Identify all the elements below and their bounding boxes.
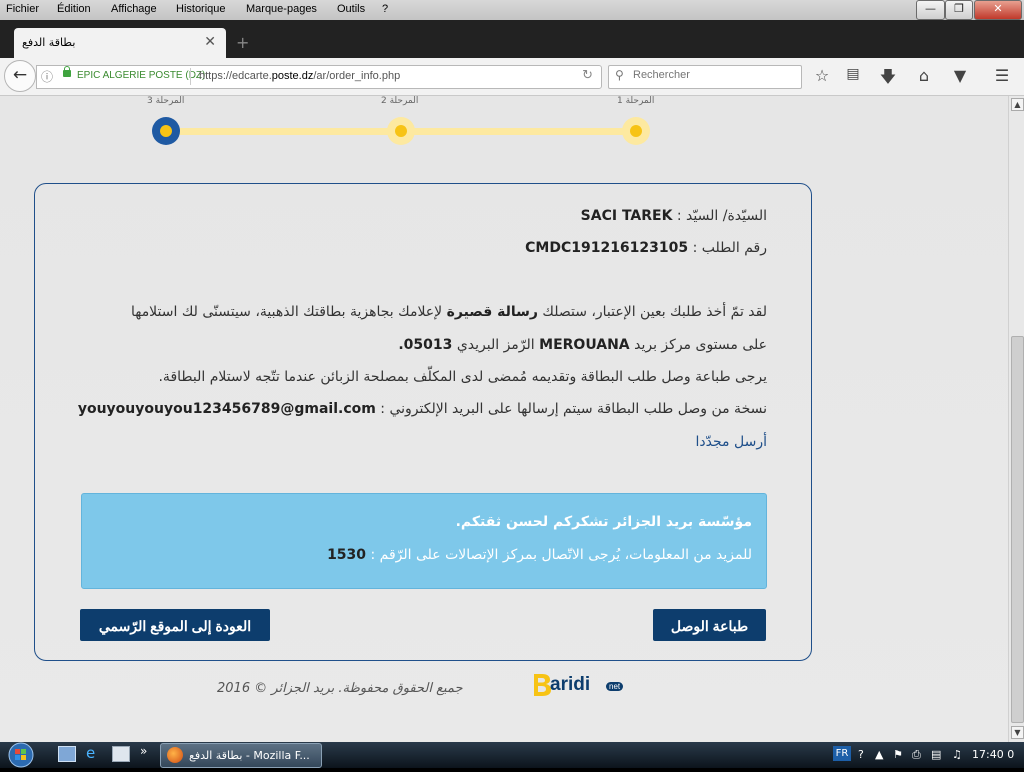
print-receipt-button[interactable]: طباعة الوصل — [653, 609, 766, 641]
customer-name-value: SACI TAREK — [580, 208, 673, 224]
postal-code: 05013. — [398, 337, 453, 353]
info-contact-number: 1530 — [327, 547, 367, 563]
info-contact: للمزيد من المعلومات، يُرجى الاتّصال بمرك… — [327, 547, 752, 563]
taskbar-firefox-window[interactable]: بطاقة الدفع - Mozilla F... — [160, 743, 322, 768]
arrow-left-icon: ← — [12, 65, 28, 85]
back-button[interactable]: ← — [4, 60, 36, 92]
message-line-1: لقد تمّ أخذ طلبك بعين الإعتبار، ستصلك رس… — [131, 304, 767, 320]
message-line-2: على مستوى مركز بريد MEROUANA الرّمز البر… — [398, 337, 767, 353]
lock-icon — [63, 66, 71, 77]
url-prefix: https://edcarte. — [199, 70, 272, 82]
more-apps-icon[interactable]: » — [140, 744, 147, 758]
vertical-scrollbar[interactable]: ▲ ▼ — [1008, 96, 1024, 742]
maximize-button[interactable]: ❐ — [945, 0, 973, 20]
url-domain: poste.dz — [271, 70, 314, 82]
url-path: /ar/order_info.php — [313, 70, 401, 82]
info-thanks: مؤسّسة بريد الجزائر تشكركم لحسن ثقتكم. — [455, 514, 752, 530]
page-content: المرحلة 3 المرحلة 2 المرحلة 1 السيّدة/ ا… — [0, 96, 1008, 742]
show-desktop-icon[interactable] — [58, 746, 76, 762]
step-1-dot — [622, 117, 650, 145]
step-2-dot — [387, 117, 415, 145]
resend-link[interactable]: أرسل مجدّدا — [696, 434, 767, 450]
menu-item-historique[interactable]: Historique — [176, 3, 226, 15]
scroll-up-arrow-icon[interactable]: ▲ — [1011, 98, 1024, 111]
order-card: السيّدة/ السيّد : SACI TAREK رقم الطلب :… — [34, 183, 812, 661]
menu-item-marque-pages[interactable]: Marque-pages — [246, 3, 317, 15]
tray-printer-icon[interactable]: ⎙ — [912, 748, 921, 762]
logo-net-badge: net — [606, 682, 624, 691]
message-line-2-a: على مستوى مركز بريد — [634, 337, 767, 353]
logo-wordmark: aridi — [550, 674, 591, 695]
message-line-2-b: الرّمز البريدي — [456, 337, 535, 353]
menu-bar: Fichier Édition Affichage Historique Mar… — [0, 0, 1024, 20]
step-3-dot — [152, 117, 180, 145]
message-line-4: نسخة من وصل طلب البطاقة سيتم إرسالها على… — [78, 401, 767, 417]
tray-help-icon[interactable]: ? — [858, 748, 864, 761]
internet-explorer-icon[interactable]: e — [86, 744, 95, 762]
order-number: رقم الطلب : CMDC191216123105 — [525, 240, 767, 256]
menu-item-edition[interactable]: Édition — [57, 3, 91, 15]
windows-logo-icon — [8, 742, 34, 768]
url-bar[interactable]: ⓘ EPIC ALGERIE POSTE (DZ) https://edcart… — [36, 65, 602, 89]
menu-icon[interactable]: ☰ — [991, 66, 1013, 85]
baridi-logo: aridi net — [532, 671, 628, 699]
order-number-value: CMDC191216123105 — [525, 240, 689, 256]
step-3-label: المرحلة 3 — [147, 96, 185, 106]
search-bar[interactable]: ⚲ — [608, 65, 802, 89]
scroll-down-arrow-icon[interactable]: ▼ — [1011, 726, 1024, 739]
reading-list-icon[interactable]: ▤ — [842, 66, 864, 82]
message-line-4-a: نسخة من وصل طلب البطاقة سيتم إرسالها على… — [380, 401, 767, 417]
menu-item-outils[interactable]: Outils — [337, 3, 365, 15]
tray-volume-icon[interactable]: ♫ — [952, 748, 962, 761]
site-identity[interactable]: EPIC ALGERIE POSTE (DZ) — [77, 70, 205, 81]
post-office-name: MEROUANA — [539, 337, 630, 353]
customer-email: youyouyouyou123456789@gmail.com — [77, 401, 376, 417]
explorer-icon[interactable] — [112, 746, 130, 762]
new-tab-icon[interactable]: + — [236, 33, 249, 52]
reload-icon[interactable]: ↻ — [582, 68, 593, 83]
tab-payment-card[interactable]: بطاقة الدفع ✕ — [14, 28, 226, 58]
taskbar-window-title: بطاقة الدفع - Mozilla F... — [189, 749, 310, 762]
search-input[interactable] — [633, 69, 793, 81]
back-to-site-button[interactable]: العودة إلى الموقع الرّسمي — [80, 609, 270, 641]
menu-item-affichage[interactable]: Affichage — [111, 3, 157, 15]
message-line-1-a: لقد تمّ أخذ طلبك بعين الإعتبار، ستصلك — [542, 304, 767, 320]
clock[interactable]: 17:40 0 — [972, 748, 1014, 761]
footer-copyright: جميع الحقوق محفوظة. بريد الجزائر © 2016 — [217, 681, 463, 696]
tab-close-icon[interactable]: ✕ — [204, 34, 216, 50]
close-window-button[interactable]: ✕ — [974, 0, 1022, 20]
sms-highlight: رسالة قصيرة — [446, 304, 538, 320]
url-divider — [190, 68, 191, 85]
menu-item-fichier[interactable]: Fichier — [6, 3, 39, 15]
firefox-icon — [167, 747, 183, 763]
tray-flag-icon[interactable]: ⚑ — [893, 748, 903, 761]
order-number-label: رقم الطلب : — [692, 240, 767, 256]
home-icon[interactable]: ⌂ — [913, 66, 935, 85]
search-icon: ⚲ — [615, 68, 624, 82]
customer-name: السيّدة/ السيّد : SACI TAREK — [581, 208, 767, 224]
star-icon[interactable]: ☆ — [811, 66, 833, 85]
download-icon[interactable]: 🡇 — [877, 66, 899, 93]
customer-name-label: السيّدة/ السيّد : — [676, 208, 767, 224]
message-line-3: يرجى طباعة وصل طلب البطاقة وتقديمه مُمضى… — [158, 369, 767, 385]
info-icon[interactable]: ⓘ — [41, 68, 53, 85]
menu-item-help[interactable]: ? — [382, 3, 388, 15]
pocket-icon[interactable]: ▼ — [949, 66, 971, 85]
info-contact-text: للمزيد من المعلومات، يُرجى الاتّصال بمرك… — [370, 547, 752, 563]
step-1-label: المرحلة 1 — [617, 96, 655, 106]
scroll-thumb[interactable] — [1011, 336, 1024, 723]
url-text[interactable]: https://edcarte.poste.dz/ar/order_info.p… — [199, 70, 400, 82]
message-line-1-c: لإعلامك بجاهزية بطاقتك الذهبية، سيتسنّى … — [130, 304, 443, 320]
taskbar — [0, 742, 1024, 768]
minimize-button[interactable]: — — [916, 0, 945, 20]
info-box: مؤسّسة بريد الجزائر تشكركم لحسن ثقتكم. ل… — [81, 493, 767, 589]
tray-network-icon[interactable]: ▤ — [931, 748, 941, 761]
step-2-label: المرحلة 2 — [381, 96, 419, 106]
tab-title: بطاقة الدفع — [22, 36, 76, 49]
tray-chevron-icon[interactable]: ▲ — [875, 748, 883, 761]
language-indicator[interactable]: FR — [833, 746, 851, 761]
